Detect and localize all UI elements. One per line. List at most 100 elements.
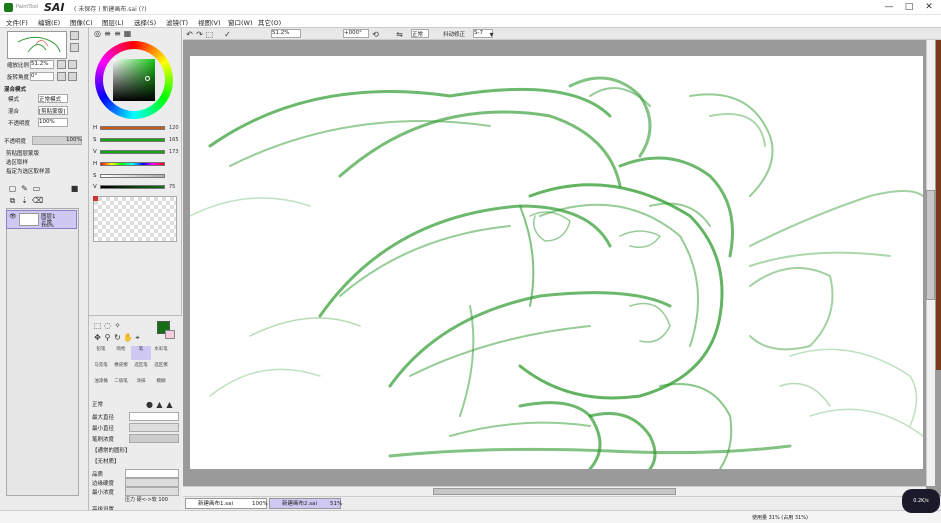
blend-mode-toolbar[interactable]: 正常 [411,29,429,38]
color-wheel-mode-icon[interactable]: ◎ [93,29,102,38]
menu-select[interactable]: 选择(S) [134,17,156,27]
brush-bucket[interactable]: 油漆桶 [91,378,111,392]
brush-select-eraser[interactable]: 选区擦 [151,362,171,376]
brush-smudge[interactable]: 涂抹 [131,378,151,392]
minimize-button[interactable]: — [884,2,894,12]
lasso-tool-icon[interactable]: ◌ [103,321,112,330]
quality-select[interactable] [125,469,179,478]
brush-airbrush[interactable]: 喷枪 [111,346,131,360]
canvas-angle-select[interactable]: +000° [343,29,369,38]
brush-blur[interactable]: 模糊 [151,378,171,392]
eye-icon[interactable]: 👁 [9,213,17,220]
min-size-slider[interactable] [129,423,179,432]
check-sample[interactable]: 选区取样 [6,158,28,166]
drawing-canvas[interactable] [190,56,923,469]
vertical-scroll-thumb[interactable] [926,190,935,300]
hsv-slider-mode-icon[interactable]: ≡ [113,29,122,38]
deselect-icon[interactable]: ⬚ [205,30,214,39]
brush-watercolor[interactable]: 水彩笔 [151,346,171,360]
navigator-thumbnail[interactable] [7,31,67,59]
density-slider[interactable] [129,434,179,443]
zoom-out-icon[interactable] [70,43,79,52]
new-linework-layer-icon[interactable]: ✎ [20,184,29,193]
slider-v[interactable] [100,150,165,154]
move-tool-icon[interactable]: ✥ [93,333,102,342]
brush-select-pen[interactable]: 选区笔 [131,362,151,376]
flip-horizontal-icon[interactable]: ⇋ [395,30,404,39]
brush-shape-select[interactable]: 【通常的圆形】 [92,446,131,454]
min-density-slider[interactable] [125,487,179,496]
slider-val[interactable] [100,185,165,189]
brush-eraser[interactable]: 橡皮擦 [111,362,131,376]
slider-hue[interactable] [100,162,165,166]
check-clipping[interactable]: 剪贴图层蒙版 [6,149,39,157]
triangle-shape-icon-2[interactable]: ▲ [165,400,174,409]
brush-mode-label: 正常 [92,402,104,408]
brush-texture-select[interactable]: 【无材质】 [92,457,120,465]
copy-layer-icon[interactable]: ⧉ [8,196,17,205]
maximize-button[interactable]: □ [904,2,914,12]
eyedropper-tool-icon[interactable]: ⌖ [133,333,142,342]
menu-image[interactable]: 图像(C) [70,17,93,27]
brush-binary[interactable]: 二值笔 [111,378,131,392]
menu-window[interactable]: 窗口(W) [228,17,253,27]
zoom-value[interactable]: 51.2% [30,60,54,69]
circle-shape-icon[interactable]: ● [145,400,154,409]
slider-label-h: H [93,125,98,131]
hand-tool-icon[interactable]: ✋ [123,333,133,342]
new-layer-icon[interactable]: ▢ [8,184,17,193]
wand-tool-icon[interactable]: ✧ [113,321,122,330]
menu-filter[interactable]: 滤镜(T) [166,17,188,27]
hardness-slider[interactable] [125,478,179,487]
brush-pen[interactable]: 笔 [131,346,151,360]
doc-tab-2[interactable]: 新建画布2.sai 51% [269,498,342,509]
reset-angle-icon[interactable]: ⟲ [371,30,380,39]
opacity-row-value[interactable]: 100% [38,118,68,127]
zoom-in-icon[interactable] [70,31,79,40]
canvas-zoom-select[interactable]: 51.2% [271,29,301,38]
close-button[interactable]: ✕ [924,2,934,12]
triangle-shape-icon[interactable]: ▲ [155,400,164,409]
selection-visible-check[interactable]: ✓ [223,30,232,39]
merge-down-icon[interactable]: ⇣ [20,196,29,205]
rotate-right-button[interactable] [68,72,77,81]
new-folder-icon[interactable]: ▭ [32,184,41,193]
color-swatch-grid[interactable] [93,196,177,242]
sv-picker-handle[interactable] [145,76,150,81]
redo-icon[interactable]: ↷ [195,30,204,39]
angle-value[interactable]: 0° [30,72,54,81]
undo-icon[interactable]: ↶ [185,30,194,39]
zoom-tool-icon[interactable]: ⚲ [103,333,112,342]
max-size-input[interactable] [129,412,179,421]
stabilizer-menu-icon[interactable]: ▾ [487,30,496,39]
brush-pencil[interactable]: 铅笔 [91,346,111,360]
layer-opacity: 100% [41,224,54,229]
slider-h[interactable] [100,126,165,130]
layer-row-selected[interactable]: 👁 图层1 正常 100% [6,210,77,229]
doc-tab-1[interactable]: 新建画布1.sai 100% [185,498,268,509]
horizontal-scroll-thumb[interactable] [433,488,676,495]
delete-layer-icon[interactable]: ■ [70,184,79,193]
menu-other[interactable]: 其它(O) [258,17,281,27]
clip-select[interactable]: [剪贴蒙版] [38,106,68,115]
rotate-left-button[interactable] [57,72,66,81]
background-color[interactable] [165,330,175,339]
menu-view[interactable]: 视图(V) [198,17,221,27]
zoom-plus-button[interactable] [68,60,77,69]
blend-mode-select[interactable]: 正常模式 [38,94,68,103]
swatch-red[interactable] [93,196,98,201]
menu-layer[interactable]: 图层(L) [102,17,124,27]
clear-layer-icon[interactable]: ⌫ [32,196,43,205]
menu-edit[interactable]: 编辑(E) [38,17,60,27]
rgb-slider-mode-icon[interactable]: ≡ [103,29,112,38]
menu-file[interactable]: 文件(F) [6,17,28,27]
slider-sat[interactable] [100,174,165,178]
check-sample-source[interactable]: 指定为选区取样源 [6,167,50,175]
zoom-minus-button[interactable] [57,60,66,69]
select-tool-icon[interactable]: ⬚ [93,321,102,330]
swatch-mode-icon[interactable]: ▦ [123,29,132,38]
rotate-tool-icon[interactable]: ↻ [113,333,122,342]
brush-marker[interactable]: 马克笔 [91,362,111,376]
stabilizer-label: 抖动修正 [443,32,466,38]
slider-s[interactable] [100,138,165,142]
